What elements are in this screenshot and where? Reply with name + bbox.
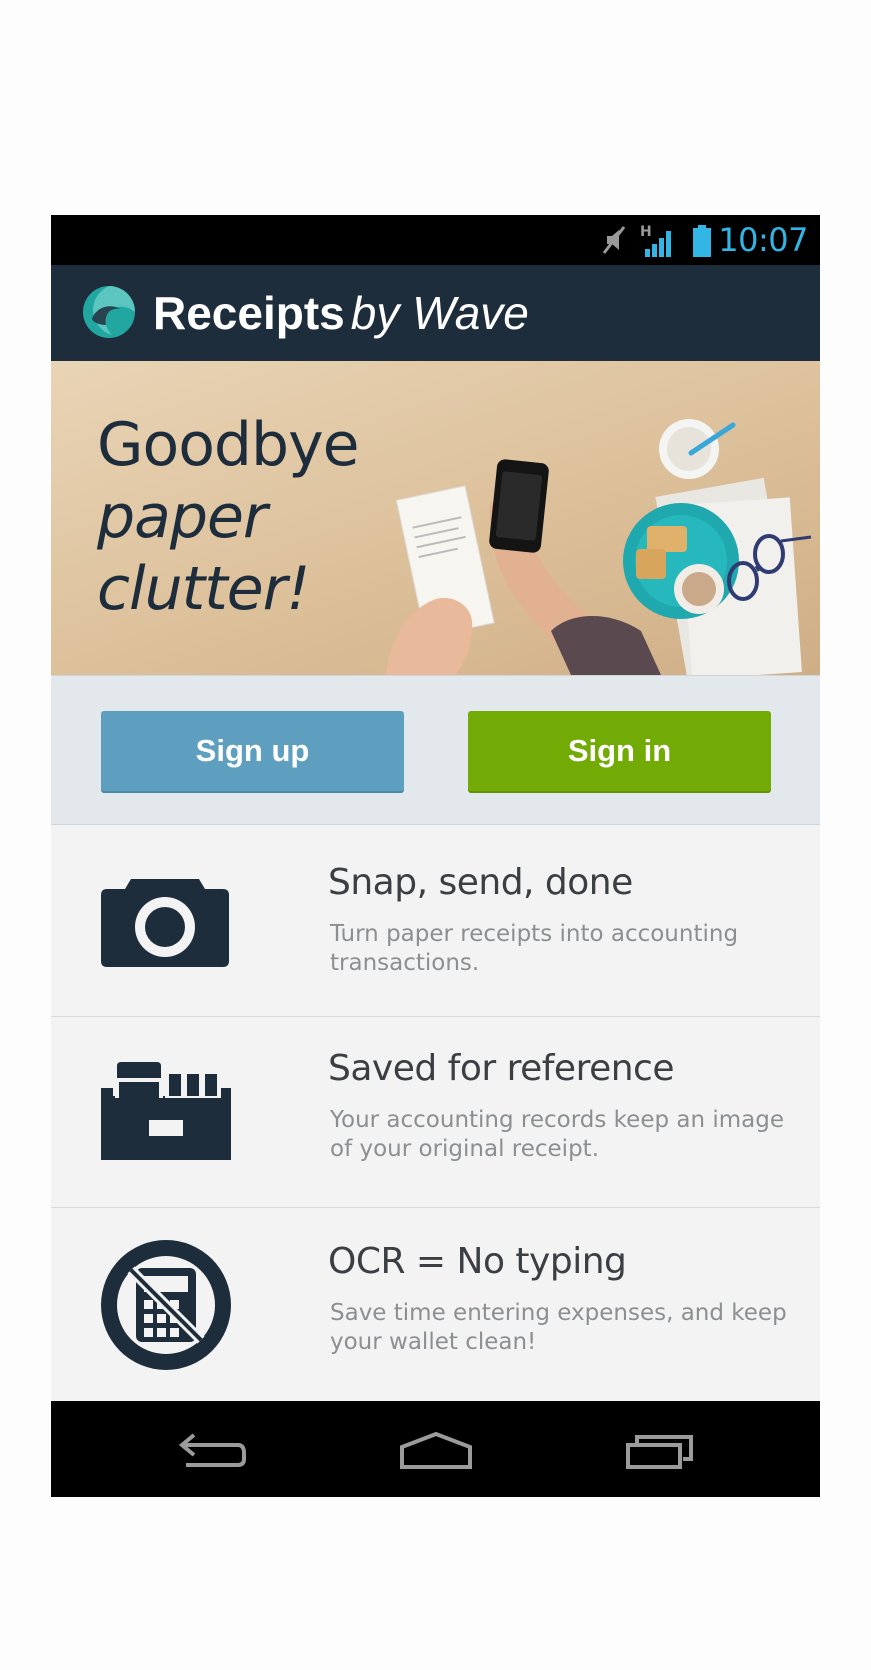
camera-icon (101, 879, 229, 967)
app-title-bold: Receipts (153, 287, 345, 339)
clock-time: 10:07 (718, 221, 808, 259)
sign-up-button[interactable]: Sign up (101, 711, 404, 791)
wave-logo-icon (83, 286, 135, 338)
hero-banner: Goodbye paper clutter! (51, 361, 820, 675)
sign-in-button[interactable]: Sign in (468, 711, 771, 791)
hero-line-1: Goodbye (97, 410, 360, 480)
mute-icon (602, 226, 626, 254)
hero-headline: Goodbye paper clutter! (97, 409, 360, 625)
back-icon[interactable] (176, 1431, 246, 1471)
feature-item: Saved for reference Your accounting reco… (51, 1017, 820, 1208)
auth-actions: Sign up Sign in (51, 675, 820, 825)
feature-title: Snap, send, done (328, 862, 633, 903)
feature-item: OCR = No typing Save time entering expen… (51, 1208, 820, 1401)
app-bar: Receipts by Wave (51, 265, 820, 361)
feature-description: Save time entering expenses, and keep yo… (330, 1300, 787, 1355)
app-title: Receipts by Wave (153, 285, 529, 341)
feature-title: OCR = No typing (328, 1241, 627, 1282)
system-nav-bar (51, 1401, 820, 1497)
file-box-icon (101, 1058, 231, 1160)
signal-icon: H (640, 224, 671, 257)
svg-text:H: H (640, 224, 652, 240)
feature-description: Turn paper receipts into accounting tran… (330, 921, 739, 976)
feature-title: Saved for reference (328, 1048, 675, 1089)
recents-icon[interactable] (625, 1431, 695, 1471)
battery-icon (693, 225, 711, 257)
phone-screen: H 10:07 Receipts by Wave Goodbye paper c… (51, 215, 820, 1497)
home-icon[interactable] (399, 1431, 473, 1471)
no-calculator-icon (101, 1240, 231, 1370)
feature-description: Your accounting records keep an image of… (330, 1107, 785, 1162)
hero-line-2: paper (97, 482, 268, 552)
app-title-italic: by Wave (350, 287, 529, 339)
feature-item: Snap, send, done Turn paper receipts int… (51, 826, 820, 1017)
status-bar: H 10:07 (51, 215, 820, 265)
hero-line-3: clutter! (97, 554, 310, 624)
